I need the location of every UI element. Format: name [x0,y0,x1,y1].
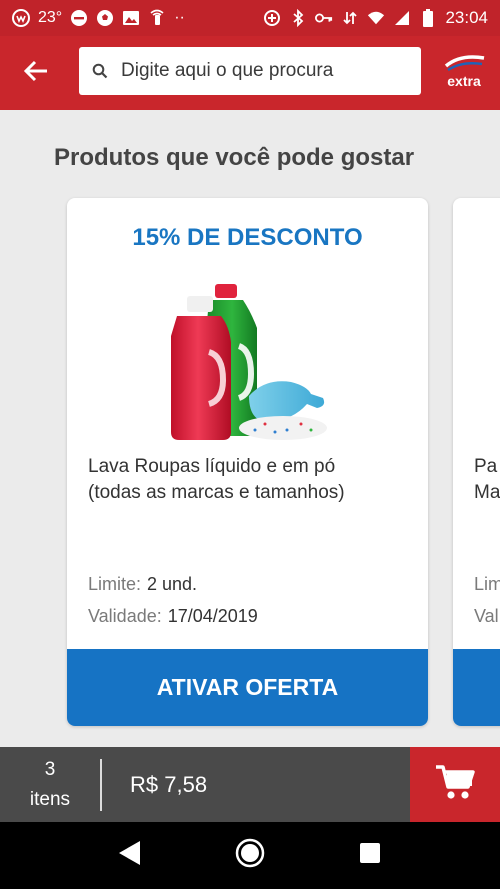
validity-label: Validade: [88,606,162,626]
next-activate-button[interactable] [453,649,500,726]
data-saver-icon [263,9,281,27]
vpn-key-icon [315,9,333,27]
discount-label: 15% DE DESCONTO [132,224,363,251]
logo-text: extra [447,73,481,89]
nav-recents-button[interactable] [350,836,390,876]
validity-value: 17/04/2019 [167,606,258,626]
product-image [165,282,335,444]
cart-count-label: itens [29,788,71,810]
system-nav-bar [0,822,500,889]
next-limit-label: Lim [474,574,500,594]
product-description: Lava Roupas líquido e em pó (todas as ma… [88,454,408,506]
section-title: Produtos que você pode gostar [54,144,415,171]
cart-bar[interactable]: 3 itens R$ 7,58 [0,747,500,822]
next-offer-card[interactable]: Pa Ma Lim Val [453,198,500,726]
limit-value: 2 und. [147,574,198,594]
app-bar: extra [0,36,500,110]
soccer-ball-icon [96,9,114,27]
activate-offer-button[interactable]: ATIVAR OFERTA [67,649,428,726]
search-icon [79,63,121,79]
description-line-1: Lava Roupas líquido e em pó [88,456,336,477]
validity-row: Validade: 17/04/2019 [88,606,258,627]
temperature-text: 23° [38,9,63,26]
clock-text: 23:04 [445,8,488,27]
nav-recents-icon [359,842,381,869]
notification-app-icon [12,9,30,27]
bluetooth-icon [289,9,307,27]
cell-signal-icon [393,9,411,27]
overflow-dots: ·· [174,9,185,26]
extra-logo[interactable]: extra [440,52,488,92]
limit-row: Limite: 2 und. [88,574,197,595]
nav-back-button[interactable] [110,836,150,876]
nav-home-button[interactable] [230,836,270,876]
nav-home-icon [235,838,265,873]
back-button[interactable] [0,36,72,110]
status-left: 23° ·· [12,9,185,27]
cart-button[interactable] [410,747,500,822]
search-input[interactable] [121,60,411,82]
search-box[interactable] [79,47,421,95]
offer-card[interactable]: 15% DE DESCONTO Lava Roupas líquido e em… [67,198,428,726]
next-validity-label: Val [474,606,499,626]
status-right: 23:04 [263,8,488,28]
next-card-description: Pa Ma [474,454,500,506]
status-bar: 23° ·· 23:04 [0,0,500,36]
cart-total: R$ 7,58 [130,771,208,797]
do-not-disturb-icon [70,9,88,27]
cart-divider [100,758,102,811]
next-description-line-1: Pa [474,456,498,477]
shopping-cart-icon [434,763,476,806]
cart-count-number: 3 [44,758,56,780]
next-description-line-2: Ma [474,482,500,503]
nav-back-icon [118,840,142,871]
wifi-icon [367,9,385,27]
description-line-2: (todas as marcas e tamanhos) [88,482,345,503]
limit-label: Limite: [88,574,142,594]
battery-icon [419,9,437,27]
data-arrows-icon [341,9,359,27]
back-arrow-icon [23,59,49,88]
phone-signal-icon [148,9,166,27]
image-icon [122,9,140,27]
cart-count: 3 itens [0,755,100,815]
